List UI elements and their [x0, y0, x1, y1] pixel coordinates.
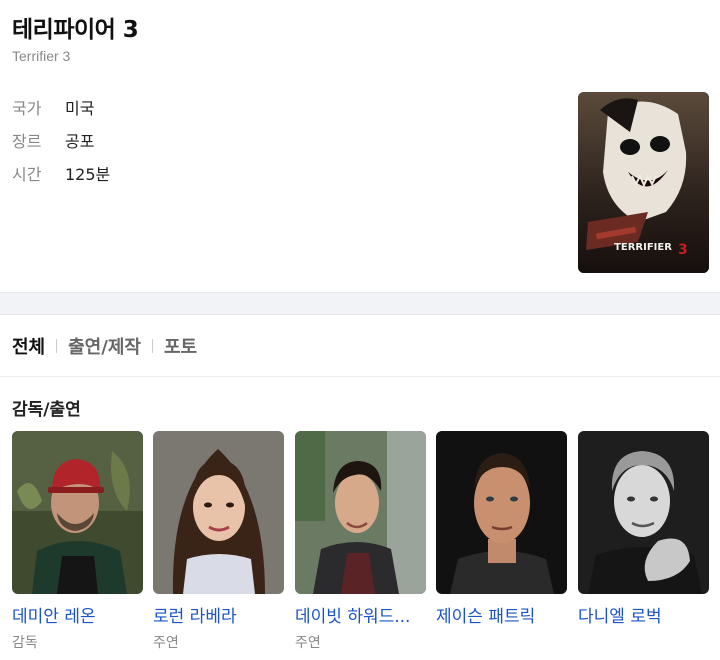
avatar [578, 431, 709, 594]
cast-card[interactable]: 다니엘 로벅 [578, 431, 709, 656]
cast-photo[interactable] [295, 431, 426, 594]
movie-title: 테리파이어 3 [12, 17, 139, 43]
avatar [436, 431, 567, 594]
movie-poster[interactable]: TERRIFIER 3 [578, 92, 709, 273]
cast-name[interactable]: 다니엘 로벅 [578, 602, 709, 627]
svg-text:3: 3 [678, 242, 688, 258]
cast-card[interactable]: 데미안 레온 감독 [12, 431, 143, 656]
movie-info-list: 국가 미국 장르 공포 시간 125분 [12, 90, 110, 189]
info-value: 미국 [65, 98, 95, 118]
cast-photo[interactable] [153, 431, 284, 594]
info-label: 장르 [12, 131, 42, 151]
cast-card[interactable]: 로런 라베라 주연 [153, 431, 284, 656]
info-value: 125분 [65, 164, 111, 184]
tab-cast-crew[interactable]: 출연/제작 [68, 333, 141, 359]
tab-bar: 전체 출연/제작 포토 [12, 333, 197, 359]
divider [0, 376, 720, 377]
cast-card[interactable]: 제이슨 패트릭 [436, 431, 567, 656]
cast-role: 주연 [153, 635, 179, 651]
cast-card[interactable]: 데이빗 하워드... 주연 [295, 431, 426, 656]
cast-name[interactable]: 제이슨 패트릭 [436, 602, 567, 627]
cast-name[interactable]: 데미안 레온 [12, 602, 143, 627]
tab-photo[interactable]: 포토 [164, 333, 197, 359]
info-label: 시간 [12, 164, 42, 184]
info-label: 국가 [12, 98, 42, 118]
cast-role: 주연 [295, 635, 321, 651]
section-title: 감독/출연 [12, 400, 81, 420]
movie-header: 테리파이어 3 Terrifier 3 국가 미국 장르 공포 시간 125분 [0, 0, 720, 292]
avatar [153, 431, 284, 594]
avatar [295, 431, 426, 594]
movie-original-title: Terrifier 3 [12, 48, 71, 64]
tab-divider [151, 339, 153, 353]
avatar [12, 431, 143, 594]
info-row-genre: 장르 공포 [12, 123, 110, 156]
info-row-country: 국가 미국 [12, 90, 110, 123]
info-value: 공포 [65, 131, 95, 151]
section-band [0, 292, 720, 315]
cast-name[interactable]: 로런 라베라 [153, 602, 284, 627]
cast-photo[interactable] [436, 431, 567, 594]
poster-image: TERRIFIER 3 [578, 92, 709, 273]
cast-photo[interactable] [578, 431, 709, 594]
cast-list: 데미안 레온 감독 로런 라베라 주연 데이빗 하워드... 주연 제이슨 패트… [12, 431, 712, 656]
cast-role: 감독 [12, 635, 38, 651]
cast-photo[interactable] [12, 431, 143, 594]
svg-text:TERRIFIER: TERRIFIER [614, 242, 672, 253]
info-row-runtime: 시간 125분 [12, 156, 110, 189]
tab-all[interactable]: 전체 [12, 333, 45, 359]
tab-divider [56, 339, 58, 353]
cast-name[interactable]: 데이빗 하워드... [295, 602, 426, 627]
